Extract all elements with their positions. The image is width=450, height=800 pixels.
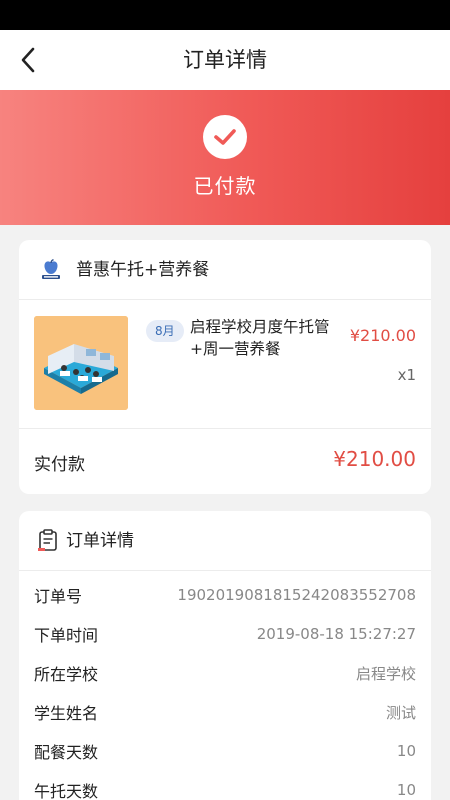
detail-row-student-name: 学生姓名 测试 [34, 698, 416, 726]
detail-key: 所在学校 [34, 665, 99, 684]
order-detail-card: 订单详情 订单号 19020190818152420835527​08 下单时间… [19, 511, 431, 800]
status-banner: 已付款 [0, 90, 450, 225]
product-card-title: 普惠午托+营养餐 [76, 260, 210, 280]
detail-row-order-number: 订单号 19020190818152420835527​08 [34, 581, 416, 609]
clipboard-icon [38, 529, 57, 551]
order-detail-title: 订单详情 [66, 531, 134, 551]
back-button[interactable] [10, 42, 46, 78]
detail-row-order-time: 下单时间 2019-08-18 15:27:27 [34, 620, 416, 648]
divider [19, 428, 431, 429]
detail-key: 订单号 [34, 587, 83, 606]
product-card: 普惠午托+营养餐 8月 启程学校月度午托管+周一营养餐 ¥210.00 x1 实… [19, 240, 431, 494]
detail-row-care-days: 午托天数 10 [34, 776, 416, 800]
paid-amount: ¥210.00 [333, 447, 416, 471]
order-detail-header: 订单详情 [19, 511, 431, 571]
page-title: 订单详情 [183, 48, 267, 72]
detail-value: 10 [396, 781, 416, 799]
detail-key: 下单时间 [34, 626, 99, 645]
detail-value: 启程学校 [355, 664, 416, 683]
product-quantity: x1 [397, 366, 416, 384]
detail-value: 10 [396, 742, 416, 760]
product-card-header: 普惠午托+营养餐 [19, 240, 431, 300]
detail-key: 午托天数 [34, 782, 99, 800]
check-circle-icon [203, 115, 247, 159]
paid-label: 实付款 [34, 455, 85, 475]
detail-row-school: 所在学校 启程学校 [34, 659, 416, 687]
detail-row-meal-days: 配餐天数 10 [34, 737, 416, 765]
status-bar [0, 0, 450, 30]
nav-bar: 订单详情 [0, 30, 450, 90]
product-price: ¥210.00 [349, 326, 416, 345]
product-name[interactable]: 启程学校月度午托管+周一营养餐 [190, 316, 350, 360]
detail-key: 学生姓名 [34, 704, 99, 723]
month-badge: 8月 [146, 320, 184, 342]
detail-value: 测试 [385, 703, 416, 722]
detail-key: 配餐天数 [34, 743, 99, 762]
detail-value: 19020190818152420835527​08 [177, 586, 416, 604]
product-thumbnail[interactable] [34, 316, 128, 410]
detail-value: 2019-08-18 15:27:27 [256, 625, 416, 643]
apple-book-icon [42, 259, 60, 279]
order-status-label: 已付款 [193, 174, 257, 198]
chevron-left-icon [21, 47, 35, 73]
